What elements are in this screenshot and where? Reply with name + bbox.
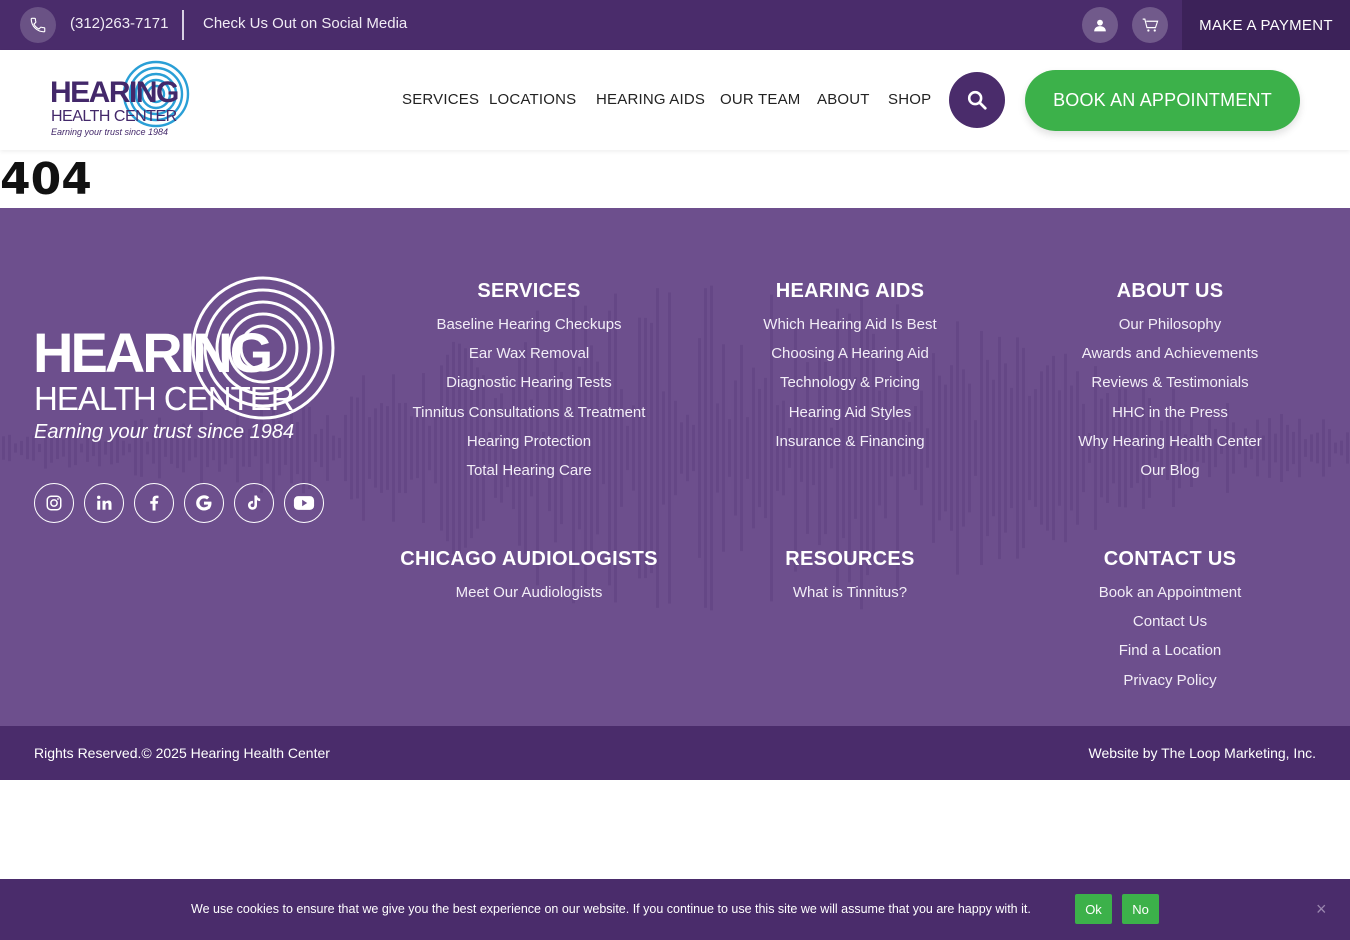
footer-link[interactable]: Baseline Hearing Checkups [369, 316, 689, 345]
footer-logo-tagline: Earning your trust since 1984 [34, 421, 295, 443]
wave-bar [356, 397, 359, 499]
footer-link[interactable]: Awards and Achievements [1010, 345, 1330, 374]
cookie-no-button[interactable]: No [1122, 894, 1159, 924]
footer-link[interactable]: Diagnostic Hearing Tests [369, 374, 689, 403]
google-icon[interactable] [184, 483, 224, 523]
close-icon[interactable]: × [1316, 899, 1327, 920]
footer-link[interactable]: Choosing A Hearing Aid [690, 345, 1010, 374]
footer-link[interactable]: Which Hearing Aid Is Best [690, 316, 1010, 345]
cookie-ok-button[interactable]: Ok [1075, 894, 1112, 924]
footer-link[interactable]: Hearing Aid Styles [690, 404, 1010, 433]
cookie-notice: We use cookies to ensure that we give yo… [0, 879, 1350, 940]
logo-tagline: Earning your trust since 1984 [51, 127, 169, 137]
agency-credit-link[interactable]: Website by The Loop Marketing, Inc. [1089, 745, 1317, 761]
footer-column-title: SERVICES [477, 280, 581, 302]
footer-link[interactable]: Insurance & Financing [690, 433, 1010, 462]
copyright-text: Rights Reserved.© 2025 Hearing Health Ce… [34, 745, 330, 761]
footer-link[interactable]: Book an Appointment [1010, 584, 1330, 613]
logo-health-center-text: HEALTH CENTER [51, 108, 177, 125]
nav-about[interactable]: ABOUT [817, 91, 870, 108]
footer-column-title: CHICAGO AUDIOLOGISTS [400, 548, 658, 570]
footer-column-hearing-aids: HEARING AIDS Which Hearing Aid Is Best C… [690, 280, 1010, 462]
site-footer: HEARING HEALTH CENTER Earning your trust… [0, 208, 1350, 726]
wave-bar [350, 396, 353, 500]
cart-icon[interactable] [1132, 7, 1168, 43]
footer-column-title: RESOURCES [785, 548, 915, 570]
wave-bar [8, 434, 11, 462]
logo-hearing-text: HEARING [50, 76, 179, 109]
user-icon[interactable] [1082, 7, 1118, 43]
footer-link[interactable]: What is Tinnitus? [690, 584, 1010, 613]
footer-link[interactable]: Our Philosophy [1010, 316, 1330, 345]
nav-shop[interactable]: SHOP [888, 91, 931, 108]
footer-link[interactable]: Our Blog [1010, 462, 1330, 491]
wave-bar [1340, 440, 1343, 456]
wave-bar [344, 414, 347, 482]
footer-column-resources: RESOURCES What is Tinnitus? [690, 548, 1010, 613]
footer-column-chicago-audiologists: CHICAGO AUDIOLOGISTS Meet Our Audiologis… [369, 548, 689, 613]
instagram-icon[interactable] [34, 483, 74, 523]
footer-column-about-us: ABOUT US Our Philosophy Awards and Achie… [1010, 280, 1330, 491]
cookie-message: We use cookies to ensure that we give yo… [191, 902, 1031, 916]
make-a-payment-button[interactable]: MAKE A PAYMENT [1182, 0, 1350, 50]
error-code-heading: 404 [0, 154, 92, 205]
wave-bar [14, 443, 17, 453]
footer-link[interactable]: HHC in the Press [1010, 404, 1330, 433]
footer-link[interactable]: Technology & Pricing [690, 374, 1010, 403]
footer-bottom-bar: Rights Reserved.© 2025 Hearing Health Ce… [0, 726, 1350, 780]
youtube-icon[interactable] [284, 483, 324, 523]
footer-link[interactable]: Total Hearing Care [369, 462, 689, 491]
footer-logo-hearing-text: HEARING [33, 321, 273, 384]
search-icon [967, 90, 987, 110]
wave-bar [20, 440, 23, 456]
footer-link[interactable]: Contact Us [1010, 613, 1330, 642]
footer-logo-health-center-text: HEALTH CENTER [34, 380, 295, 417]
footer-link[interactable]: Tinnitus Consultations & Treatment [369, 404, 689, 433]
linkedin-icon[interactable] [84, 483, 124, 523]
facebook-icon[interactable] [134, 483, 174, 523]
footer-link[interactable]: Why Hearing Health Center [1010, 433, 1330, 462]
topbar-divider [182, 10, 184, 40]
social-media-link[interactable]: Check Us Out on Social Media [203, 15, 407, 32]
nav-services[interactable]: SERVICES [402, 91, 479, 108]
footer-column-title: HEARING AIDS [775, 280, 925, 302]
footer-column-title: CONTACT US [1103, 548, 1237, 570]
wave-bar [1334, 442, 1337, 454]
phone-number-link[interactable]: (312)263-7171 [70, 15, 168, 32]
wave-bar [1346, 432, 1349, 464]
footer-column-title: ABOUT US [1116, 280, 1224, 302]
nav-our-team[interactable]: OUR TEAM [720, 91, 801, 108]
footer-link[interactable]: Ear Wax Removal [369, 345, 689, 374]
site-logo[interactable]: HEARING HEALTH CENTER Earning your trust… [50, 58, 195, 140]
footer-column-contact-us: CONTACT US Book an Appointment Contact U… [1010, 548, 1330, 701]
wave-bar [362, 375, 365, 521]
footer-link[interactable]: Meet Our Audiologists [369, 584, 689, 613]
nav-hearing-aids[interactable]: HEARING AIDS [596, 91, 705, 108]
footer-link[interactable]: Hearing Protection [369, 433, 689, 462]
footer-column-services: SERVICES Baseline Hearing Checkups Ear W… [369, 280, 689, 491]
wave-bar [26, 436, 29, 460]
top-bar: (312)263-7171 Check Us Out on Social Med… [0, 0, 1350, 50]
tiktok-icon[interactable] [234, 483, 274, 523]
search-button[interactable] [949, 72, 1005, 128]
phone-icon[interactable] [20, 7, 56, 43]
footer-link[interactable]: Privacy Policy [1010, 672, 1330, 701]
wave-bar [338, 437, 341, 459]
wave-bar [2, 436, 5, 460]
footer-link[interactable]: Find a Location [1010, 642, 1330, 671]
nav-locations[interactable]: LOCATIONS [489, 91, 576, 108]
footer-link[interactable]: Reviews & Testimonials [1010, 374, 1330, 403]
site-header: HEARING HEALTH CENTER Earning your trust… [0, 50, 1350, 150]
book-appointment-button[interactable]: BOOK AN APPOINTMENT [1025, 70, 1300, 131]
footer-logo[interactable]: HEARING HEALTH CENTER Earning your trust… [33, 276, 338, 451]
